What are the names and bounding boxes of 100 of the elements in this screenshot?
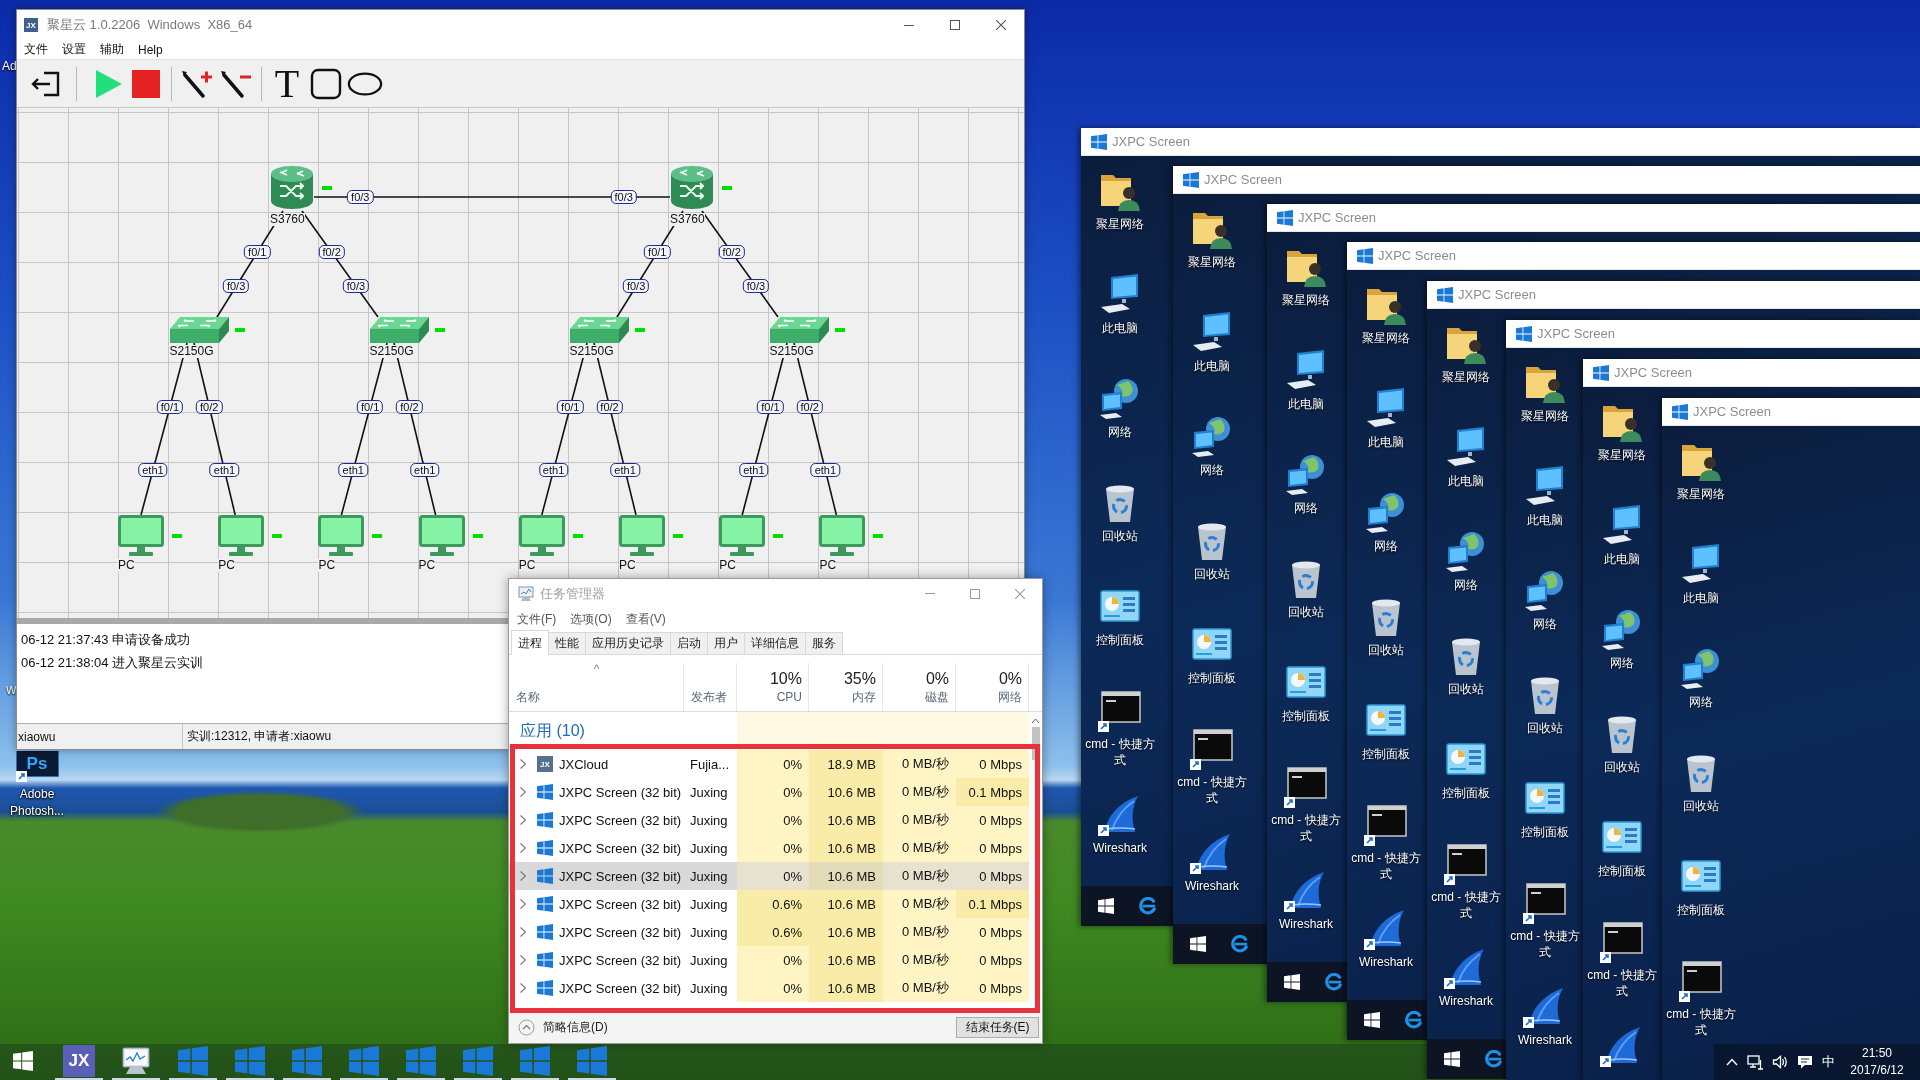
- desktop-icon-label[interactable]: 控制面板: [1442, 785, 1490, 801]
- expand-chevron-icon[interactable]: [520, 787, 526, 797]
- desktop-icon-label[interactable]: 网络: [1200, 462, 1224, 478]
- terminal-shortcut-icon[interactable]: [1523, 880, 1567, 924]
- desktop-icon-label[interactable]: cmd - 快捷方式: [1428, 889, 1504, 921]
- column-header[interactable]: 内存: [852, 689, 876, 705]
- desktop-icon-label[interactable]: 聚星网络: [1362, 330, 1410, 346]
- desktop-icon-label[interactable]: 回收站: [1102, 528, 1138, 544]
- desktop-icon-label[interactable]: 控制面板: [1677, 902, 1725, 918]
- process-row[interactable]: JXPC Screen (32 bit) Juxing 0% 10.6 MB 0 MB/秒 0 Mbps: [509, 974, 1029, 1002]
- process-row[interactable]: JXPC Screen (32 bit) Juxing 0% 10.6 MB 0 MB/秒 0 Mbps: [509, 834, 1029, 862]
- desktop-icon-label[interactable]: 此电脑: [1527, 512, 1563, 528]
- desktop-icon-label[interactable]: 控制面板: [1282, 708, 1330, 724]
- desktop-icon-label[interactable]: 聚星网络: [1598, 447, 1646, 463]
- speaker-icon[interactable]: [1772, 1054, 1788, 1070]
- expand-chevron-icon[interactable]: [520, 955, 526, 965]
- desktop-icon-label[interactable]: cmd - 快捷方式: [1174, 774, 1250, 806]
- tab[interactable]: 启动: [670, 632, 708, 654]
- start-logo-icon[interactable]: [1444, 1051, 1460, 1067]
- desktop-icon-label[interactable]: 控制面板: [1521, 824, 1569, 840]
- desktop-icon-label[interactable]: 聚星网络: [1188, 254, 1236, 270]
- notification-icon[interactable]: [1797, 1054, 1813, 1070]
- desktop-icon-label[interactable]: cmd - 快捷方式: [1082, 736, 1158, 768]
- desktop-icon-label[interactable]: 网络: [1294, 500, 1318, 516]
- column-header[interactable]: 发布者: [691, 689, 730, 705]
- desktop-icon-label[interactable]: cmd - 快捷方式: [1268, 812, 1344, 844]
- desktop-icon-label[interactable]: 此电脑: [1102, 320, 1138, 336]
- tab[interactable]: 性能: [548, 632, 586, 654]
- taskbar-button[interactable]: [511, 1044, 559, 1080]
- menu-item[interactable]: 文件(F): [510, 610, 564, 628]
- terminal-shortcut-icon[interactable]: [1284, 764, 1328, 808]
- desktop-icon-label[interactable]: 聚星网络: [1442, 369, 1490, 385]
- expand-chevron-icon[interactable]: [520, 871, 526, 881]
- desktop-icon-label[interactable]: 此电脑: [1448, 473, 1484, 489]
- desktop-icon-label[interactable]: cmd - 快捷方式: [1663, 1006, 1739, 1038]
- desktop-icon-label[interactable]: 回收站: [1527, 720, 1563, 736]
- clock-date[interactable]: 2017/6/12: [1850, 1062, 1904, 1079]
- app-tile-icon[interactable]: Ps: [15, 751, 59, 777]
- desktop-icon-label[interactable]: 网络: [1610, 655, 1634, 671]
- browser-icon[interactable]: [1231, 935, 1249, 953]
- tab[interactable]: 详细信息: [744, 632, 806, 654]
- desktop-icon-label[interactable]: 聚星网络: [1096, 216, 1144, 232]
- desktop-icon-label[interactable]: 控制面板: [1096, 632, 1144, 648]
- browser-icon[interactable]: [1485, 1050, 1503, 1068]
- desktop-icon-label[interactable]: cmd - 快捷方式: [1348, 850, 1424, 882]
- taskbar-button[interactable]: [397, 1044, 445, 1080]
- process-row[interactable]: JX JXCloud Fujia... 0% 18.9 MB 0 MB/秒 0 Mbps: [509, 750, 1029, 778]
- desktop-icon-label[interactable]: 网络: [1533, 616, 1557, 632]
- rounded-rectangle-icon[interactable]: [308, 67, 344, 100]
- browser-icon[interactable]: [1325, 973, 1343, 991]
- start-logo-icon[interactable]: [1190, 936, 1206, 952]
- expand-chevron-icon[interactable]: [520, 927, 526, 937]
- process-row[interactable]: JXPC Screen (32 bit) Juxing 0% 10.6 MB 0 MB/秒 0.1 Mbps: [509, 778, 1029, 806]
- start-logo-icon[interactable]: [1284, 974, 1300, 990]
- desktop-icon-label[interactable]: 回收站: [1194, 566, 1230, 582]
- network-icon[interactable]: [1747, 1054, 1763, 1070]
- chevron-up-icon[interactable]: [1726, 1058, 1738, 1066]
- desktop-icon-label[interactable]: Wireshark: [1185, 878, 1239, 894]
- desktop-icon-label[interactable]: Adobe Photosh...: [2, 786, 72, 820]
- desktop-icon-label[interactable]: 此电脑: [1683, 590, 1719, 606]
- end-task-button[interactable]: 结束任务(E): [956, 1017, 1039, 1038]
- menu-item[interactable]: Help: [131, 42, 170, 57]
- desktop-icon-label[interactable]: 控制面板: [1362, 746, 1410, 762]
- desktop-icon-label[interactable]: 回收站: [1604, 759, 1640, 775]
- menu-item[interactable]: 查看(V): [618, 610, 673, 628]
- desktop-icon-label[interactable]: 网络: [1374, 538, 1398, 554]
- terminal-shortcut-icon[interactable]: [1444, 841, 1488, 885]
- desktop-icon-label[interactable]: 聚星网络: [1282, 292, 1330, 308]
- taskbar-button[interactable]: [454, 1044, 502, 1080]
- tab[interactable]: 应用历史记录: [585, 632, 671, 654]
- input-method-indicator[interactable]: 中: [1822, 1053, 1835, 1071]
- terminal-shortcut-icon[interactable]: [1098, 688, 1142, 732]
- menu-item[interactable]: 辅助: [93, 41, 131, 58]
- desktop-icon-label[interactable]: Wireshark: [1093, 840, 1147, 856]
- desktop-icon-label[interactable]: 回收站: [1683, 798, 1719, 814]
- desktop-icon-label[interactable]: 此电脑: [1288, 396, 1324, 412]
- clock-time[interactable]: 21:50: [1862, 1045, 1892, 1062]
- browser-icon[interactable]: [1139, 897, 1157, 915]
- desktop-icon-label[interactable]: 此电脑: [1194, 358, 1230, 374]
- expand-chevron-icon[interactable]: [520, 899, 526, 909]
- expand-chevron-icon[interactable]: [520, 759, 526, 769]
- process-row[interactable]: JXPC Screen (32 bit) Juxing 0.6% 10.6 MB 0 MB/秒 0.1 Mbps: [509, 890, 1029, 918]
- menu-item[interactable]: 文件: [17, 41, 55, 58]
- scrollbar-thumb[interactable]: [1031, 727, 1040, 760]
- column-header[interactable]: CPU: [776, 689, 802, 705]
- taskbar-button[interactable]: [340, 1044, 388, 1080]
- expand-chevron-icon[interactable]: [520, 983, 526, 993]
- terminal-shortcut-icon[interactable]: [1600, 919, 1644, 963]
- desktop-icon-label[interactable]: 聚星网络: [1677, 486, 1725, 502]
- terminal-shortcut-icon[interactable]: [1679, 958, 1723, 1002]
- desktop-icon-label[interactable]: 网络: [1454, 577, 1478, 593]
- browser-icon[interactable]: [1405, 1011, 1423, 1029]
- desktop-icon-label[interactable]: Wireshark: [1359, 954, 1413, 970]
- process-row[interactable]: JXPC Screen (32 bit) Juxing 0.6% 10.6 MB 0 MB/秒 0 Mbps: [509, 918, 1029, 946]
- expand-chevron-icon[interactable]: [520, 815, 526, 825]
- desktop-icon-label[interactable]: Wireshark: [1439, 993, 1493, 1009]
- desktop-icon-label[interactable]: 控制面板: [1598, 863, 1646, 879]
- tab[interactable]: 服务: [805, 632, 843, 654]
- desktop-icon-label[interactable]: 控制面板: [1188, 670, 1236, 686]
- fewer-details-button[interactable]: 简略信息(D): [518, 1019, 608, 1036]
